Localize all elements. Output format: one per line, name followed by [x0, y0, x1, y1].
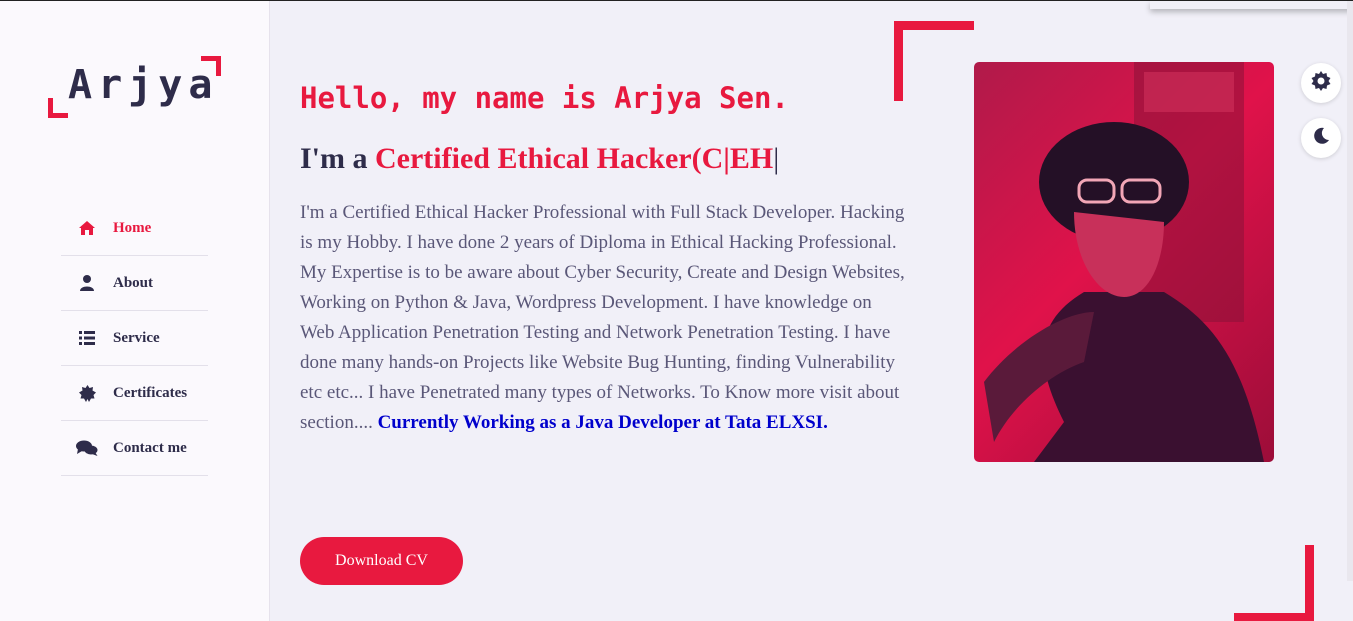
- comments-icon: [75, 440, 99, 456]
- nav-item-service[interactable]: Service: [61, 311, 208, 366]
- settings-button[interactable]: [1301, 63, 1341, 103]
- certificate-icon: [75, 384, 99, 402]
- profile-photo: [974, 62, 1274, 462]
- logo[interactable]: Arjya: [48, 56, 221, 118]
- photo-frame-top-left: [894, 21, 974, 101]
- scrollbar[interactable]: [1347, 1, 1353, 581]
- photo-frame-bottom-right: [1234, 545, 1314, 621]
- nav-item-label: Certificates: [113, 384, 188, 401]
- profile-photo-illustration: [984, 62, 1264, 462]
- moon-icon: [1312, 127, 1330, 149]
- nav-item-label: Home: [113, 219, 152, 236]
- main-nav: Home About Service Certificates Contact …: [61, 201, 208, 476]
- nav-item-contact[interactable]: Contact me: [61, 421, 208, 476]
- logo-bracket-left: [48, 98, 68, 118]
- nav-item-certificates[interactable]: Certificates: [61, 366, 208, 421]
- typing-cursor: |: [773, 142, 780, 175]
- bio-text: I'm a Certified Ethical Hacker Professio…: [300, 202, 905, 433]
- logo-text: Arjya: [68, 62, 219, 108]
- nav-item-label: Contact me: [113, 439, 187, 456]
- current-position: Currently Working as a Java Developer at…: [377, 412, 828, 433]
- user-icon: [75, 275, 99, 291]
- nav-item-label: About: [113, 274, 154, 291]
- sidebar: Arjya Home About Service Certificates Co…: [0, 1, 270, 621]
- role-heading: I'm a Certified Ethical Hacker(C|EH|: [300, 142, 779, 176]
- nav-item-label: Service: [113, 329, 160, 346]
- nav-item-home[interactable]: Home: [61, 201, 208, 256]
- role-typed-text: Certified Ethical Hacker(C|EH: [375, 142, 774, 175]
- nav-item-about[interactable]: About: [61, 256, 208, 311]
- theme-toggle-button[interactable]: [1301, 118, 1341, 158]
- home-icon: [75, 220, 99, 236]
- list-icon: [75, 331, 99, 345]
- role-prefix: I'm a: [300, 142, 375, 175]
- header-shadow: [1150, 1, 1353, 9]
- greeting-heading: Hello, my name is Arjya Sen.: [300, 81, 789, 115]
- gear-icon: [1311, 71, 1331, 95]
- download-cv-button[interactable]: Download CV: [300, 537, 463, 585]
- bio-paragraph: I'm a Certified Ethical Hacker Professio…: [300, 198, 910, 438]
